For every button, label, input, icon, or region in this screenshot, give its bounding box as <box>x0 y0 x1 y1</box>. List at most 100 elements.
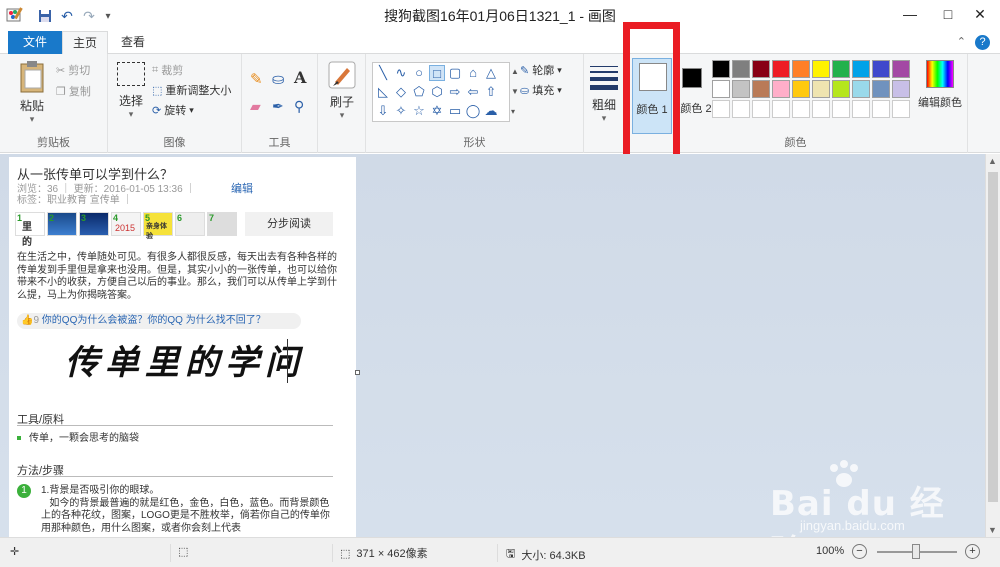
eraser-icon[interactable]: ▰ <box>250 98 261 115</box>
zoom-in-button[interactable]: + <box>965 544 980 559</box>
close-button[interactable]: ✕ <box>960 0 1000 28</box>
tab-file[interactable]: 文件 <box>8 31 62 54</box>
edit-colors-button[interactable]: 编辑颜色 <box>918 60 962 110</box>
magnifier-icon[interactable]: ⚲ <box>294 98 304 115</box>
minimize-button[interactable]: — <box>890 0 930 28</box>
tab-home[interactable]: 主页 <box>62 31 108 55</box>
cloud-shape-icon[interactable]: ☁ <box>483 103 499 119</box>
zoom-out-button[interactable]: − <box>852 544 867 559</box>
left-arrow-shape-icon[interactable]: ⇦ <box>465 84 481 100</box>
palette-color-swatch[interactable] <box>712 80 730 98</box>
palette-color-swatch[interactable] <box>772 60 790 78</box>
custom-color-slot[interactable] <box>752 100 770 118</box>
thumbnail-4: 4 2015 <box>111 212 141 236</box>
select-button[interactable]: 选择 ▾ <box>112 62 150 120</box>
collapse-ribbon-icon[interactable]: ⌃ <box>957 35 966 48</box>
customize-quick-access-icon[interactable]: ▾ <box>99 7 117 25</box>
shapes-gallery[interactable]: ╲ ∿ ○ □ ▢ ⌂ △ ◺ ◇ ⬠ ⬡ ⇨ ⇦ ⇧ ⇩ ✧ ☆ ✡ ▭ ◯ … <box>372 62 510 122</box>
hexagon-shape-icon[interactable]: ⬡ <box>429 84 445 100</box>
right-triangle-shape-icon[interactable]: ◺ <box>375 84 391 100</box>
outline-dropdown-icon[interactable]: ▾ <box>557 65 562 76</box>
curve-shape-icon[interactable]: ∿ <box>393 65 409 81</box>
vertical-scrollbar[interactable]: ▲ ▼ <box>985 154 1000 537</box>
scroll-up-icon[interactable]: ▲ <box>988 156 997 166</box>
color-picker-icon[interactable]: ✒ <box>272 98 284 115</box>
custom-color-slot[interactable] <box>892 100 910 118</box>
five-point-star-shape-icon[interactable]: ☆ <box>411 103 427 119</box>
outline-button[interactable]: ✎ 轮廓 ▾ <box>520 62 562 78</box>
custom-color-slot[interactable] <box>872 100 890 118</box>
scroll-thumb[interactable] <box>988 172 998 502</box>
palette-color-swatch[interactable] <box>872 60 890 78</box>
palette-color-swatch[interactable] <box>852 60 870 78</box>
down-arrow-shape-icon[interactable]: ⇩ <box>375 103 391 119</box>
custom-color-slot[interactable] <box>712 100 730 118</box>
paste-dropdown-icon[interactable]: ▾ <box>10 114 54 125</box>
palette-color-swatch[interactable] <box>832 80 850 98</box>
palette-color-swatch[interactable] <box>792 80 810 98</box>
size-button[interactable]: 粗细 ▾ <box>588 62 620 124</box>
four-point-star-shape-icon[interactable]: ✧ <box>393 103 409 119</box>
palette-color-swatch[interactable] <box>872 80 890 98</box>
rectangle-shape-icon[interactable]: □ <box>429 65 445 81</box>
up-arrow-shape-icon[interactable]: ⇧ <box>483 84 499 100</box>
callout-oval-shape-icon[interactable]: ◯ <box>465 103 481 119</box>
custom-color-slot[interactable] <box>732 100 750 118</box>
custom-color-slot[interactable] <box>812 100 830 118</box>
select-dropdown-icon[interactable]: ▾ <box>112 109 150 120</box>
palette-color-swatch[interactable] <box>792 60 810 78</box>
custom-color-slot[interactable] <box>832 100 850 118</box>
cut-button[interactable]: ✂ 剪切 <box>56 62 90 78</box>
palette-color-swatch[interactable] <box>732 60 750 78</box>
callout-rect-shape-icon[interactable]: ▭ <box>447 103 463 119</box>
palette-color-swatch[interactable] <box>892 60 910 78</box>
rotate-button[interactable]: ⟳ 旋转 ▾ <box>152 102 194 118</box>
brushes-dropdown-icon[interactable]: ▾ <box>322 110 362 121</box>
size-dropdown-icon[interactable]: ▾ <box>588 113 620 124</box>
save-icon[interactable] <box>36 7 54 25</box>
undo-icon[interactable]: ↶ <box>58 7 76 25</box>
rounded-rectangle-shape-icon[interactable]: ▢ <box>447 65 463 81</box>
pentagon-shape-icon[interactable]: ⬠ <box>411 84 427 100</box>
pencil-icon[interactable]: ✎ <box>250 70 263 88</box>
text-tool-icon[interactable]: A <box>294 68 306 87</box>
right-arrow-shape-icon[interactable]: ⇨ <box>447 84 463 100</box>
copy-button[interactable]: ❐ 复制 <box>56 83 91 99</box>
six-point-star-shape-icon[interactable]: ✡ <box>429 103 445 119</box>
diamond-shape-icon[interactable]: ◇ <box>393 84 409 100</box>
palette-color-swatch[interactable] <box>712 60 730 78</box>
crop-button[interactable]: ⌗ 裁剪 <box>152 62 183 78</box>
fill-dropdown-icon[interactable]: ▾ <box>557 85 562 96</box>
palette-color-swatch[interactable] <box>812 80 830 98</box>
paint-app-icon[interactable] <box>6 6 24 24</box>
brushes-button[interactable]: 刷子 ▾ <box>322 60 362 121</box>
paste-button[interactable]: 粘贴 ▾ <box>10 60 54 125</box>
canvas-image[interactable]: 从一张传单可以学到什么？ 浏览：36 ｜ 更新：2016-01-05 13:36… <box>9 157 356 537</box>
canvas-resize-handle[interactable] <box>355 370 360 375</box>
resize-button[interactable]: ⬚ 重新调整大小 <box>152 82 231 98</box>
palette-color-swatch[interactable] <box>812 60 830 78</box>
line-shape-icon[interactable]: ╲ <box>375 65 391 81</box>
custom-color-slot[interactable] <box>772 100 790 118</box>
rotate-dropdown-icon[interactable]: ▾ <box>189 105 194 116</box>
custom-color-slot[interactable] <box>792 100 810 118</box>
redo-icon[interactable]: ↷ <box>80 7 98 25</box>
triangle-shape-icon[interactable]: △ <box>483 65 499 81</box>
fill-button[interactable]: ⛀ 填充 ▾ <box>520 82 562 98</box>
help-icon[interactable]: ? <box>975 35 990 50</box>
palette-color-swatch[interactable] <box>852 80 870 98</box>
color-2-button[interactable]: 颜色 2 <box>678 58 714 134</box>
oval-shape-icon[interactable]: ○ <box>411 65 427 81</box>
palette-color-swatch[interactable] <box>752 80 770 98</box>
scroll-down-icon[interactable]: ▼ <box>988 525 997 535</box>
palette-color-swatch[interactable] <box>732 80 750 98</box>
tab-view[interactable]: 查看 <box>110 31 156 54</box>
palette-color-swatch[interactable] <box>772 80 790 98</box>
fill-bucket-icon[interactable]: ⛀ <box>272 70 285 88</box>
palette-color-swatch[interactable] <box>892 80 910 98</box>
zoom-slider-thumb[interactable] <box>912 544 920 559</box>
palette-color-swatch[interactable] <box>752 60 770 78</box>
polygon-shape-icon[interactable]: ⌂ <box>465 65 481 81</box>
custom-color-slot[interactable] <box>852 100 870 118</box>
palette-color-swatch[interactable] <box>832 60 850 78</box>
